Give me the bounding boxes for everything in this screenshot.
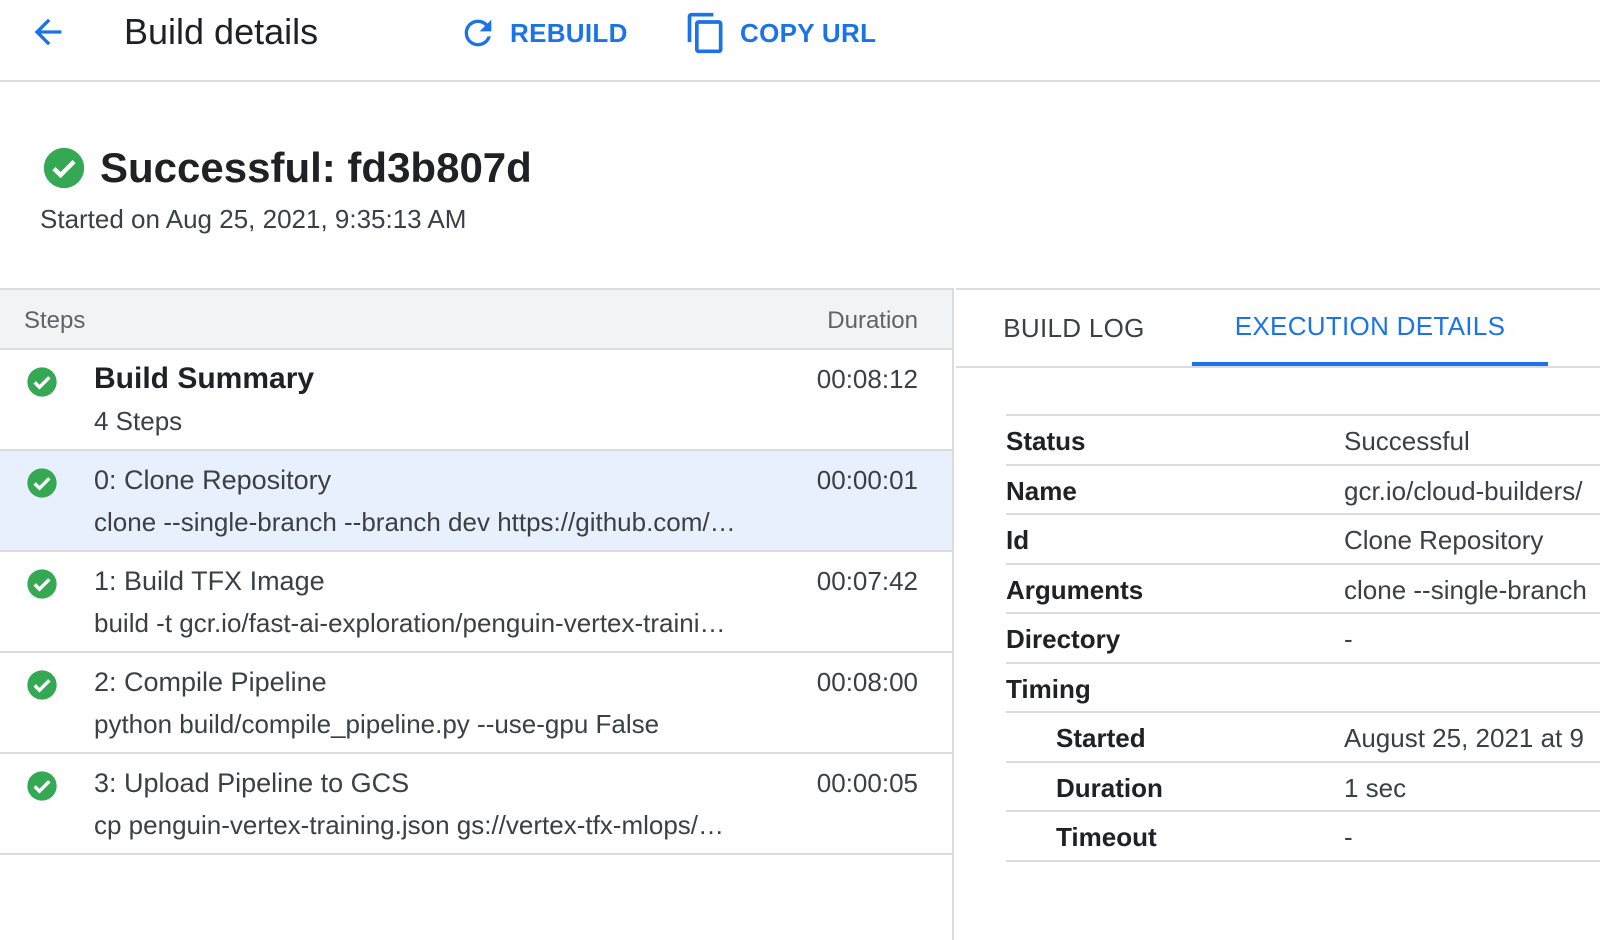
step-subtitle: 4 Steps (94, 406, 183, 436)
arrow-back-icon (34, 18, 62, 46)
check-circle-icon (27, 569, 57, 599)
build-status-heading: Successful: fd3b807d (42, 144, 532, 192)
detail-value: - (1344, 822, 1353, 852)
check-circle-icon (27, 468, 57, 498)
step-command: build -t gcr.io/fast-ai-exploration/peng… (94, 608, 726, 638)
started-timestamp: Started on Aug 25, 2021, 9:35:13 AM (40, 204, 467, 234)
detail-label: Timeout (1056, 822, 1157, 852)
detail-row-timing: Timing (1006, 664, 1600, 713)
copy-url-label: COPY URL (740, 17, 877, 48)
step-command: python build/compile_pipeline.py --use-g… (94, 709, 660, 739)
detail-label: Timing (1006, 673, 1091, 704)
detail-row-directory: Directory - (1006, 614, 1600, 664)
step-row-build-summary[interactable]: Build Summary 4 Steps 00:08:12 (0, 350, 952, 451)
steps-column-header: Steps (24, 307, 86, 334)
detail-row-started: Started August 25, 2021 at 9 (1006, 713, 1600, 763)
details-panel: BUILD LOG EXECUTION DETAILS Status Succe… (956, 288, 1600, 940)
detail-label: Duration (1056, 772, 1163, 803)
step-title: 1: Build TFX Image (94, 566, 325, 596)
copy-icon (687, 12, 723, 54)
detail-value: Successful (1344, 426, 1470, 456)
tab-build-log[interactable]: BUILD LOG (956, 290, 1192, 366)
detail-row-timeout: Timeout - (1006, 812, 1600, 862)
detail-label: Started (1056, 723, 1146, 753)
steps-table-header: Steps Duration (0, 290, 952, 350)
detail-row-status: Status Successful (1006, 416, 1600, 466)
steps-panel: Steps Duration Build Summary 4 Steps 00:… (0, 288, 954, 940)
step-title: 2: Compile Pipeline (94, 667, 327, 697)
back-button[interactable] (26, 10, 70, 54)
check-circle-icon (27, 367, 57, 397)
step-title: 3: Upload Pipeline to GCS (94, 768, 410, 798)
detail-label: Arguments (1006, 574, 1144, 605)
step-duration: 00:08:12 (816, 364, 918, 394)
step-duration: 00:00:01 (816, 465, 918, 495)
step-duration: 00:08:00 (816, 667, 918, 697)
detail-label: Directory (1006, 624, 1121, 654)
step-duration: 00:07:42 (816, 566, 918, 596)
step-command: clone --single-branch --branch dev https… (94, 507, 736, 537)
detail-row-id: Id Clone Repository (1006, 515, 1600, 565)
step-title: 0: Clone Repository (94, 465, 332, 495)
detail-value: Clone Repository (1344, 525, 1544, 555)
detail-value: clone --single-branch (1344, 574, 1587, 605)
detail-row-arguments: Arguments clone --single-branch (1006, 565, 1600, 614)
check-circle-icon (43, 147, 85, 189)
build-details-page: Build details REBUILD COPY URL Successfu… (0, 0, 1600, 940)
detail-label: Name (1006, 475, 1077, 506)
step-title: Build Summary (94, 362, 315, 395)
tab-execution-details[interactable]: EXECUTION DETAILS (1192, 290, 1548, 366)
detail-row-duration: Duration 1 sec (1006, 763, 1600, 812)
page-title: Build details (124, 11, 319, 52)
step-row-upload-pipeline[interactable]: 3: Upload Pipeline to GCS cp penguin-ver… (0, 754, 952, 855)
rebuild-label: REBUILD (510, 17, 628, 48)
detail-value: August 25, 2021 at 9 (1344, 723, 1584, 753)
top-app-bar: Build details REBUILD COPY URL (0, 0, 1600, 82)
step-row-clone-repository[interactable]: 0: Clone Repository clone --single-branc… (0, 451, 952, 552)
rebuild-button[interactable]: REBUILD (458, 8, 628, 58)
check-circle-icon (27, 771, 57, 801)
check-circle-icon (27, 670, 57, 700)
details-tabs: BUILD LOG EXECUTION DETAILS (956, 290, 1600, 368)
build-status-title: Successful: fd3b807d (100, 144, 532, 191)
execution-details-table: Status Successful Name gcr.io/cloud-buil… (1006, 414, 1600, 862)
copy-url-button[interactable]: COPY URL (684, 8, 876, 58)
duration-column-header: Duration (827, 307, 918, 334)
step-command: cp penguin-vertex-training.json gs://ver… (94, 810, 725, 840)
step-row-compile-pipeline[interactable]: 2: Compile Pipeline python build/compile… (0, 653, 952, 754)
step-duration: 00:00:05 (816, 768, 918, 798)
detail-value: - (1344, 624, 1353, 654)
detail-label: Status (1006, 426, 1086, 456)
step-row-build-tfx-image[interactable]: 1: Build TFX Image build -t gcr.io/fast-… (0, 552, 952, 653)
detail-value: gcr.io/cloud-builders/ (1344, 475, 1583, 506)
detail-value: 1 sec (1344, 772, 1407, 803)
detail-label: Id (1006, 525, 1030, 555)
refresh-icon (464, 19, 492, 47)
detail-row-name: Name gcr.io/cloud-builders/ (1006, 466, 1600, 515)
